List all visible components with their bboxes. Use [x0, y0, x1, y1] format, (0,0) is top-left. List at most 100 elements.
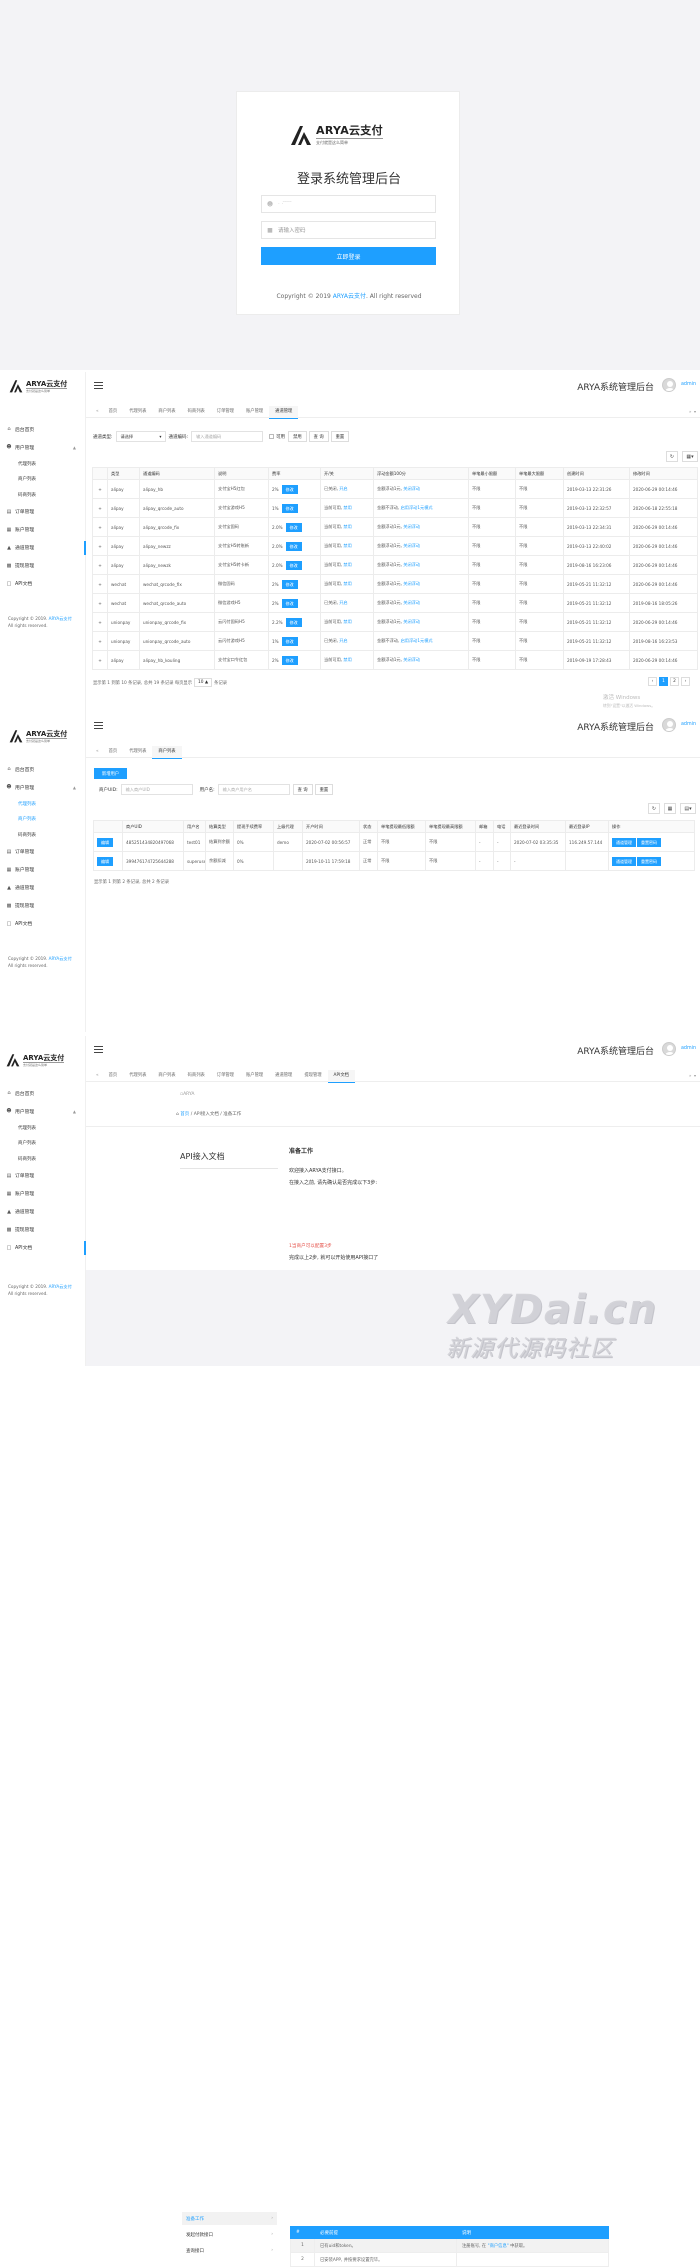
tab-orders[interactable]: 订单管理 [211, 406, 240, 418]
breadcrumb-home[interactable]: 首页 [180, 1112, 189, 1117]
sidebar-item-withdraw[interactable]: ▩ 提现管理 [0, 1221, 86, 1239]
sidebar-item-code-merchant-list[interactable]: 码商列表 [0, 1151, 86, 1167]
sidebar-item-channels[interactable]: ▲ 通道管理 [0, 539, 86, 557]
toggle-float-link[interactable]: 启用浮动1元模式 [399, 638, 433, 643]
edit-button[interactable]: 编辑 [97, 837, 113, 847]
column-header[interactable]: 说明 [214, 467, 269, 480]
toggle-float-link[interactable]: 关闭浮动 [402, 600, 420, 605]
column-header[interactable]: 状态 [359, 820, 378, 833]
tab-scroll-left-icon[interactable]: « [92, 406, 103, 418]
username-link[interactable]: admin [681, 722, 696, 727]
tab-agent-list[interactable]: 代理列表 [123, 746, 152, 758]
copyright-link[interactable]: ARYA云支付 [333, 293, 366, 300]
toggle-state-link[interactable]: 开启 [338, 600, 347, 605]
uid-input[interactable]: 输入商户UID [120, 784, 193, 795]
username-field[interactable]: ☻ · · ̄ ̄ ̄ ̄ ̄ [261, 195, 436, 213]
tab-home[interactable]: 首页 [103, 1070, 124, 1082]
tab-scroll-right-icon[interactable]: » ▾ [689, 1070, 696, 1082]
sidebar-item-user-mgmt[interactable]: ☻ 用户管理 ▲ [0, 1102, 86, 1120]
reset-button[interactable]: 重置 [330, 431, 350, 442]
enabled-checkbox[interactable]: 可用 [269, 434, 285, 440]
toggle-state-link[interactable]: 禁用 [342, 657, 351, 662]
type-select[interactable]: 请选择 ▾ [115, 431, 166, 442]
expand-icon[interactable]: + [92, 593, 108, 613]
column-header[interactable]: 结算类型 [205, 820, 234, 833]
sidebar-item-agent-list[interactable]: 代理列表 [0, 1120, 86, 1136]
toggle-float-link[interactable]: 关闭浮动 [402, 619, 420, 624]
avatar[interactable] [662, 1042, 676, 1056]
sidebar-item-home[interactable]: ⌂ 后台首页 [0, 1084, 86, 1102]
column-header[interactable]: 类型 [107, 467, 140, 480]
refresh-icon[interactable]: ↻ [666, 451, 678, 462]
column-header[interactable]: 单笔最小限额 [468, 467, 516, 480]
tab-api-doc[interactable]: API文档 [327, 1069, 356, 1083]
column-header[interactable] [92, 467, 108, 480]
login-button[interactable]: 立即登录 [261, 247, 436, 265]
tab-merchant-list[interactable]: 商户列表 [152, 745, 182, 759]
sidebar-item-api-doc[interactable]: □ API文档 [0, 1239, 86, 1257]
sidebar-item-agent-list[interactable]: 代理列表 [0, 796, 86, 812]
tab-scroll-right-icon[interactable]: » ▾ [689, 406, 696, 418]
column-header[interactable]: 提现手续费率 [233, 820, 274, 833]
sidebar-item-api-doc[interactable]: □ API文档 [0, 575, 86, 593]
column-header[interactable]: 最近登录时间 [510, 820, 566, 833]
column-header[interactable]: 最近登录IP [565, 820, 609, 833]
sidebar-item-code-merchant-list[interactable]: 码商列表 [0, 827, 86, 843]
sidebar-item-home[interactable]: ⌂ 后台首页 [0, 760, 86, 778]
toggle-float-link[interactable]: 关闭浮动 [402, 486, 420, 491]
sidebar-item-withdraw[interactable]: ▩ 提现管理 [0, 557, 86, 575]
export-icon[interactable]: ▤▾ [680, 803, 696, 814]
edit-rate-button[interactable]: 修改 [281, 598, 298, 608]
sidebar-item-user-mgmt[interactable]: ☻ 用户管理 ▲ [0, 778, 86, 796]
sidebar-item-agent-list[interactable]: 代理列表 [0, 456, 86, 472]
copyright-link[interactable]: ARYA云支付 [49, 616, 72, 621]
expand-icon[interactable]: + [92, 498, 108, 518]
expand-icon[interactable]: + [92, 612, 108, 632]
expand-icon[interactable]: + [92, 479, 108, 499]
column-header[interactable]: 浮动金额100分 [373, 467, 469, 480]
tab-agent-list[interactable]: 代理列表 [123, 1070, 152, 1082]
toggle-float-link[interactable]: 关闭浮动 [402, 657, 420, 662]
channel-manage-button[interactable]: 通道管理 [612, 837, 636, 847]
menu-toggle-icon[interactable] [94, 1046, 103, 1053]
sidebar-item-user-mgmt[interactable]: ☻ 用户管理 ▲ [0, 438, 86, 456]
copyright-link[interactable]: ARYA云支付 [49, 956, 72, 961]
tab-orders[interactable]: 订单管理 [211, 1070, 240, 1082]
username-link[interactable]: admin [681, 382, 696, 387]
edit-rate-button[interactable]: 修改 [281, 503, 298, 513]
sidebar-item-accounts[interactable]: ▦ 账户管理 [0, 521, 86, 539]
search-button[interactable]: 查 询 [308, 431, 329, 442]
sidebar-item-merchant-list[interactable]: 商户列表 [0, 472, 86, 488]
columns-icon[interactable]: ▦ [664, 803, 676, 814]
doc-link-pay[interactable]: 发起付款接口 › [182, 2228, 277, 2241]
expand-icon[interactable]: + [92, 536, 108, 556]
expand-icon[interactable]: + [92, 650, 108, 670]
toggle-state-link[interactable]: 禁用 [342, 619, 351, 624]
search-button[interactable]: 查 询 [292, 784, 313, 795]
tab-home[interactable]: 首页 [103, 406, 124, 418]
sidebar-item-orders[interactable]: ▤ 订单管理 [0, 843, 86, 861]
tab-scroll-left-icon[interactable]: « [92, 1070, 103, 1082]
column-header[interactable]: 单笔提现最高限额 [425, 820, 476, 833]
expand-icon[interactable]: + [92, 574, 108, 594]
toggle-state-link[interactable]: 禁用 [342, 505, 351, 510]
note-link[interactable]: "商户信息" [488, 2244, 509, 2249]
reset-password-button[interactable]: 重置密码 [637, 837, 661, 847]
column-header[interactable]: 修改时间 [629, 467, 698, 480]
column-header[interactable]: 通道编码 [139, 467, 215, 480]
page-button[interactable]: 1 [659, 677, 668, 686]
sidebar-item-merchant-list[interactable]: 商户列表 [0, 812, 86, 828]
edit-rate-button[interactable]: 修改 [281, 484, 298, 494]
disabled-button[interactable]: 禁用 [288, 431, 307, 442]
sidebar-item-accounts[interactable]: ▦ 账户管理 [0, 1185, 86, 1203]
reset-button[interactable]: 重置 [314, 784, 334, 795]
avatar[interactable] [662, 718, 676, 732]
edit-rate-button[interactable]: 修改 [281, 655, 298, 665]
name-input[interactable]: 输入商户用户名 [217, 784, 290, 795]
sidebar-item-merchant-list[interactable]: 商户列表 [0, 1136, 86, 1152]
sidebar-item-orders[interactable]: ▤ 订单管理 [0, 503, 86, 521]
tab-accounts[interactable]: 账户管理 [240, 406, 269, 418]
column-header[interactable]: 上级代理 [273, 820, 303, 833]
toggle-state-link[interactable]: 禁用 [342, 581, 351, 586]
edit-button[interactable]: 编辑 [97, 856, 113, 866]
